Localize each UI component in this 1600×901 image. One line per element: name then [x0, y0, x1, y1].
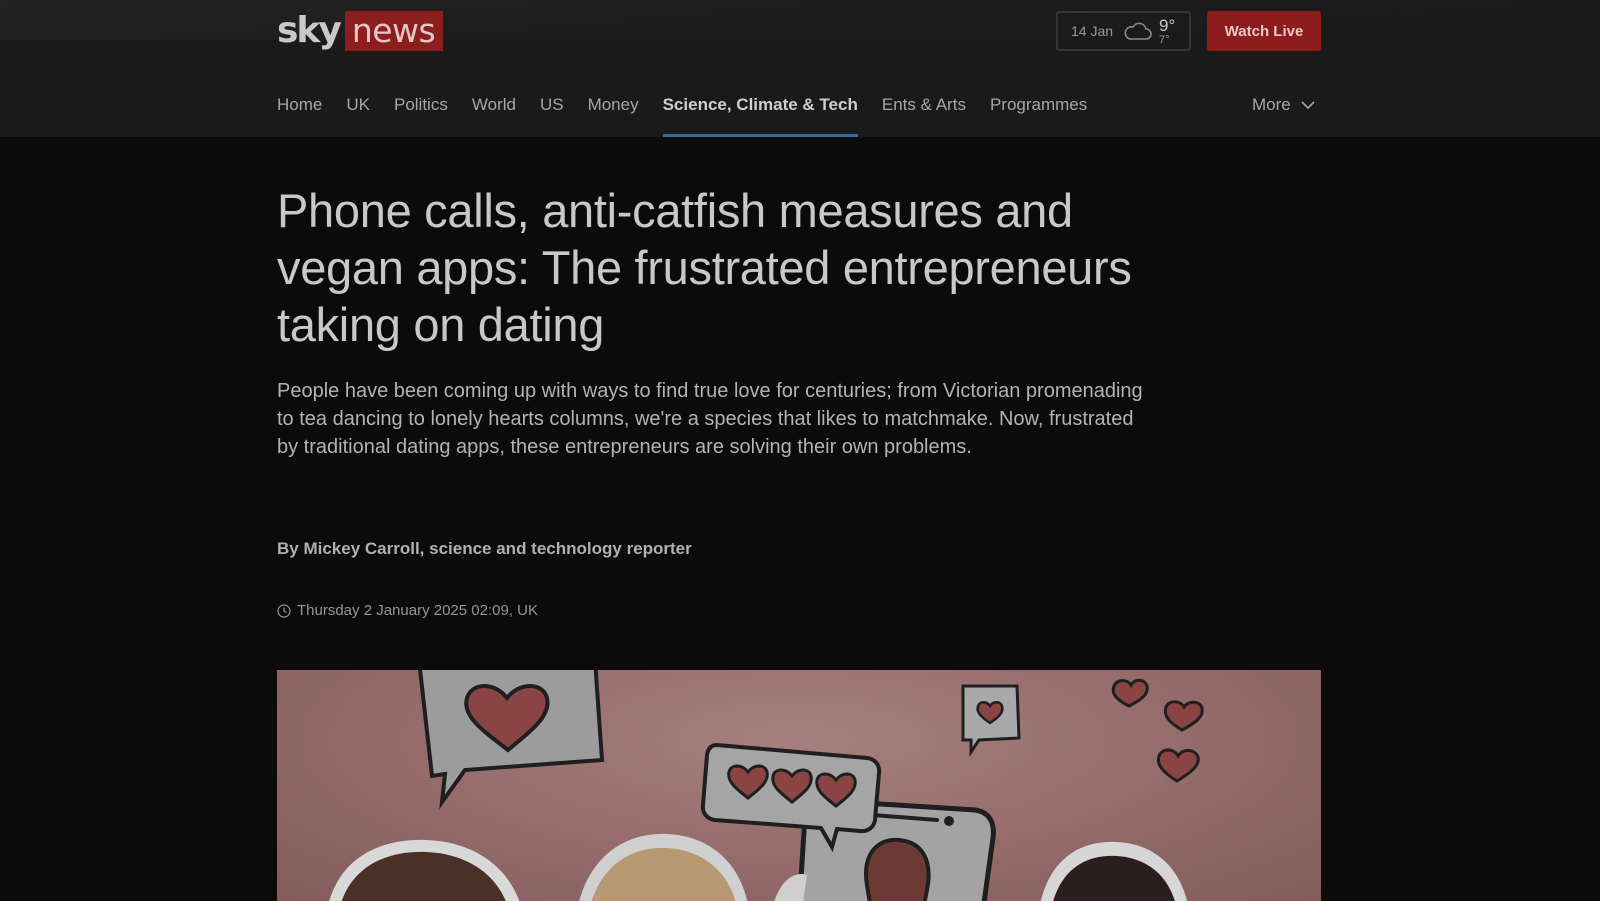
clock-icon [277, 603, 291, 618]
logo-sky-text: sky [277, 10, 342, 51]
nav-item-ents-arts[interactable]: Ents & Arts [882, 85, 966, 137]
article-byline: By Mickey Carroll, science and technolog… [277, 539, 692, 558]
nav-more-button[interactable]: More [1252, 95, 1315, 115]
nav-item-money[interactable]: Money [588, 85, 639, 137]
weather-widget[interactable]: 14 Jan 9° 7° [1056, 11, 1191, 51]
weather-temps: 9° 7° [1159, 17, 1175, 46]
temp-high: 9° [1159, 15, 1176, 35]
nav-item-politics[interactable]: Politics [394, 85, 448, 137]
weather-date: 14 Jan [1071, 23, 1114, 39]
nav-item-us[interactable]: US [540, 85, 564, 137]
small-bubble-heart-icon [961, 684, 1021, 757]
nav-more-label: More [1252, 95, 1291, 114]
article-timestamp: Thursday 2 January 2025 02:09, UK [277, 602, 538, 619]
site-header: sky news 14 Jan 9° 7° Watch Live Home UK… [0, 0, 1600, 137]
cloud-icon [1124, 22, 1152, 40]
speech-bubble-hearts-icon [700, 742, 882, 853]
temp-low: 7° [1159, 33, 1170, 46]
speech-bubble-heart-icon [418, 670, 605, 810]
people-cutouts [329, 833, 1187, 901]
article-headline: Phone calls, anti-catfish measures and v… [277, 184, 1132, 351]
header-shade [0, 0, 1600, 40]
main-nav: Home UK Politics World US Money Science,… [277, 85, 1111, 137]
sky-news-logo[interactable]: sky news [277, 10, 444, 51]
hero-image[interactable] [277, 670, 1321, 901]
nav-item-home[interactable]: Home [277, 85, 322, 137]
floating-hearts-icon [1111, 678, 1204, 783]
article-standfirst: People have been coming up with ways to … [277, 380, 1143, 458]
nav-item-science-climate-tech[interactable]: Science, Climate & Tech [662, 85, 859, 137]
nav-item-uk[interactable]: UK [346, 85, 370, 137]
nav-item-world[interactable]: World [472, 85, 516, 137]
chevron-down-icon [1301, 100, 1315, 109]
logo-news-text: news [344, 11, 444, 51]
nav-item-programmes[interactable]: Programmes [990, 85, 1087, 137]
timestamp-text: Thursday 2 January 2025 02:09, UK [297, 602, 538, 619]
hero-illustration [329, 670, 1204, 901]
watch-live-button[interactable]: Watch Live [1207, 11, 1321, 51]
